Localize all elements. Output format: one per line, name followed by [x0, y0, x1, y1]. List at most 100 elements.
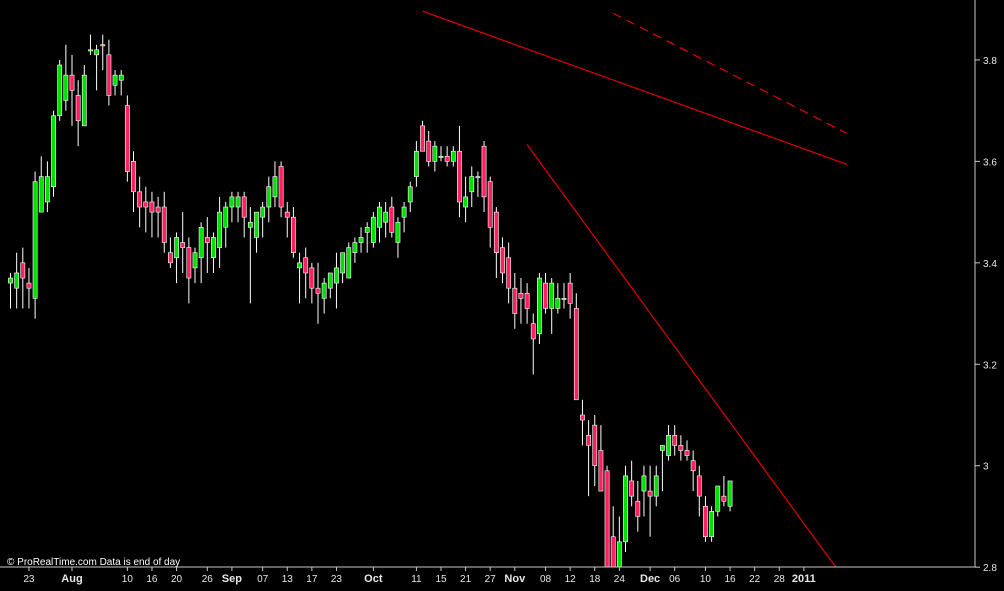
y-tick-label: 2.8 [983, 563, 997, 574]
candle-body [168, 252, 173, 264]
candle-body [518, 292, 524, 299]
candle-body [75, 95, 81, 122]
candle-body [561, 298, 567, 300]
x-tick-label: 2011 [792, 573, 816, 585]
candle-body [38, 176, 44, 213]
candle-body [204, 237, 210, 243]
candle-body [623, 475, 628, 543]
candle-body [481, 145, 487, 198]
x-tick-label: Aug [61, 573, 82, 585]
chart-background [0, 0, 1004, 586]
candle-body [124, 105, 130, 172]
candle-body [229, 196, 235, 208]
x-tick-label: 22 [749, 574, 761, 585]
x-tick-label: 18 [589, 574, 601, 585]
candle-body [672, 434, 678, 446]
y-tick-label: 3.6 [983, 157, 997, 168]
candle-body [174, 237, 179, 259]
candle-body [555, 298, 561, 309]
candle-body [370, 216, 376, 243]
candle-body [14, 272, 20, 289]
x-tick-label: Sep [222, 573, 242, 585]
candle-body [715, 485, 721, 512]
candle-body [580, 414, 585, 421]
candle-body [100, 44, 106, 47]
candle-body [241, 196, 247, 218]
y-tick-label: 3 [983, 462, 989, 473]
candle-body [543, 282, 548, 309]
candle-body [334, 267, 339, 284]
candle-body [315, 287, 321, 294]
candle-body [358, 237, 364, 243]
x-tick-label: Nov [504, 573, 526, 585]
candle-body [118, 74, 124, 81]
candlestick-chart: 2.8 3 3.2 3.4 3.6 3.8 23 Aug 10 16 20 26 Sep 07 13 17 23… [0, 0, 1004, 586]
candle-body [340, 252, 345, 274]
candle-body [266, 186, 272, 208]
candle-body [284, 211, 290, 218]
candle-body [247, 221, 253, 228]
candle-body [63, 74, 69, 101]
candle-body [678, 445, 684, 451]
candle-body [524, 292, 530, 309]
x-tick-label: Oct [364, 573, 383, 585]
candle-body [549, 282, 555, 309]
candle-body [703, 506, 708, 538]
y-tick-label: 3.2 [983, 360, 997, 371]
candle [57, 59, 63, 121]
x-tick-label: 28 [774, 574, 786, 585]
x-tick-label: 08 [540, 574, 552, 585]
candle-body [26, 282, 32, 289]
candle-body [684, 450, 690, 456]
candle-body [51, 115, 56, 188]
candle-body [635, 500, 641, 517]
candle-body [106, 54, 112, 96]
candle-body [346, 247, 352, 279]
candle-body [690, 460, 696, 472]
candle-body [309, 267, 315, 289]
x-tick-label: 20 [171, 574, 183, 585]
candle-body [444, 156, 450, 162]
candle [536, 272, 542, 344]
candle-body [352, 242, 358, 253]
candle-body [512, 287, 518, 314]
candle-body [567, 282, 573, 304]
x-tick-label: 16 [724, 574, 736, 585]
candle-body [530, 323, 536, 340]
candle-body [696, 475, 702, 497]
candle-body [143, 201, 149, 208]
candle-body [573, 308, 579, 401]
x-tick-label: 10 [700, 574, 712, 585]
candle-body [217, 211, 222, 248]
candle-body [198, 227, 204, 259]
candle [32, 171, 38, 319]
x-tick-label: 12 [565, 574, 577, 585]
candle-body [69, 74, 75, 91]
candle-body [407, 186, 413, 203]
candle-body [364, 227, 370, 233]
candle-body [500, 247, 505, 274]
candle-body [112, 74, 118, 86]
candle-body [536, 277, 542, 335]
candle [709, 506, 714, 542]
y-tick-label: 3.8 [983, 56, 997, 67]
x-tick-label: 16 [146, 574, 158, 585]
candle-body [254, 211, 259, 238]
candle-body [426, 140, 432, 162]
candle-body [438, 156, 444, 158]
watermark-text: © ProRealTime.com Data is end of day [7, 557, 180, 568]
candle-body [598, 450, 604, 492]
candle-body [727, 480, 733, 507]
x-tick-label: 27 [485, 574, 497, 585]
x-tick-label: 17 [306, 574, 318, 585]
x-tick-label: 24 [614, 574, 626, 585]
candle-body [721, 495, 727, 502]
candle-body [321, 282, 327, 299]
candle-body [278, 166, 284, 208]
candle-body [450, 150, 456, 162]
candle-body [155, 206, 161, 213]
candle-body [186, 247, 192, 279]
candle-body [88, 49, 93, 52]
candle-body [211, 237, 216, 259]
candle-body [395, 221, 401, 243]
